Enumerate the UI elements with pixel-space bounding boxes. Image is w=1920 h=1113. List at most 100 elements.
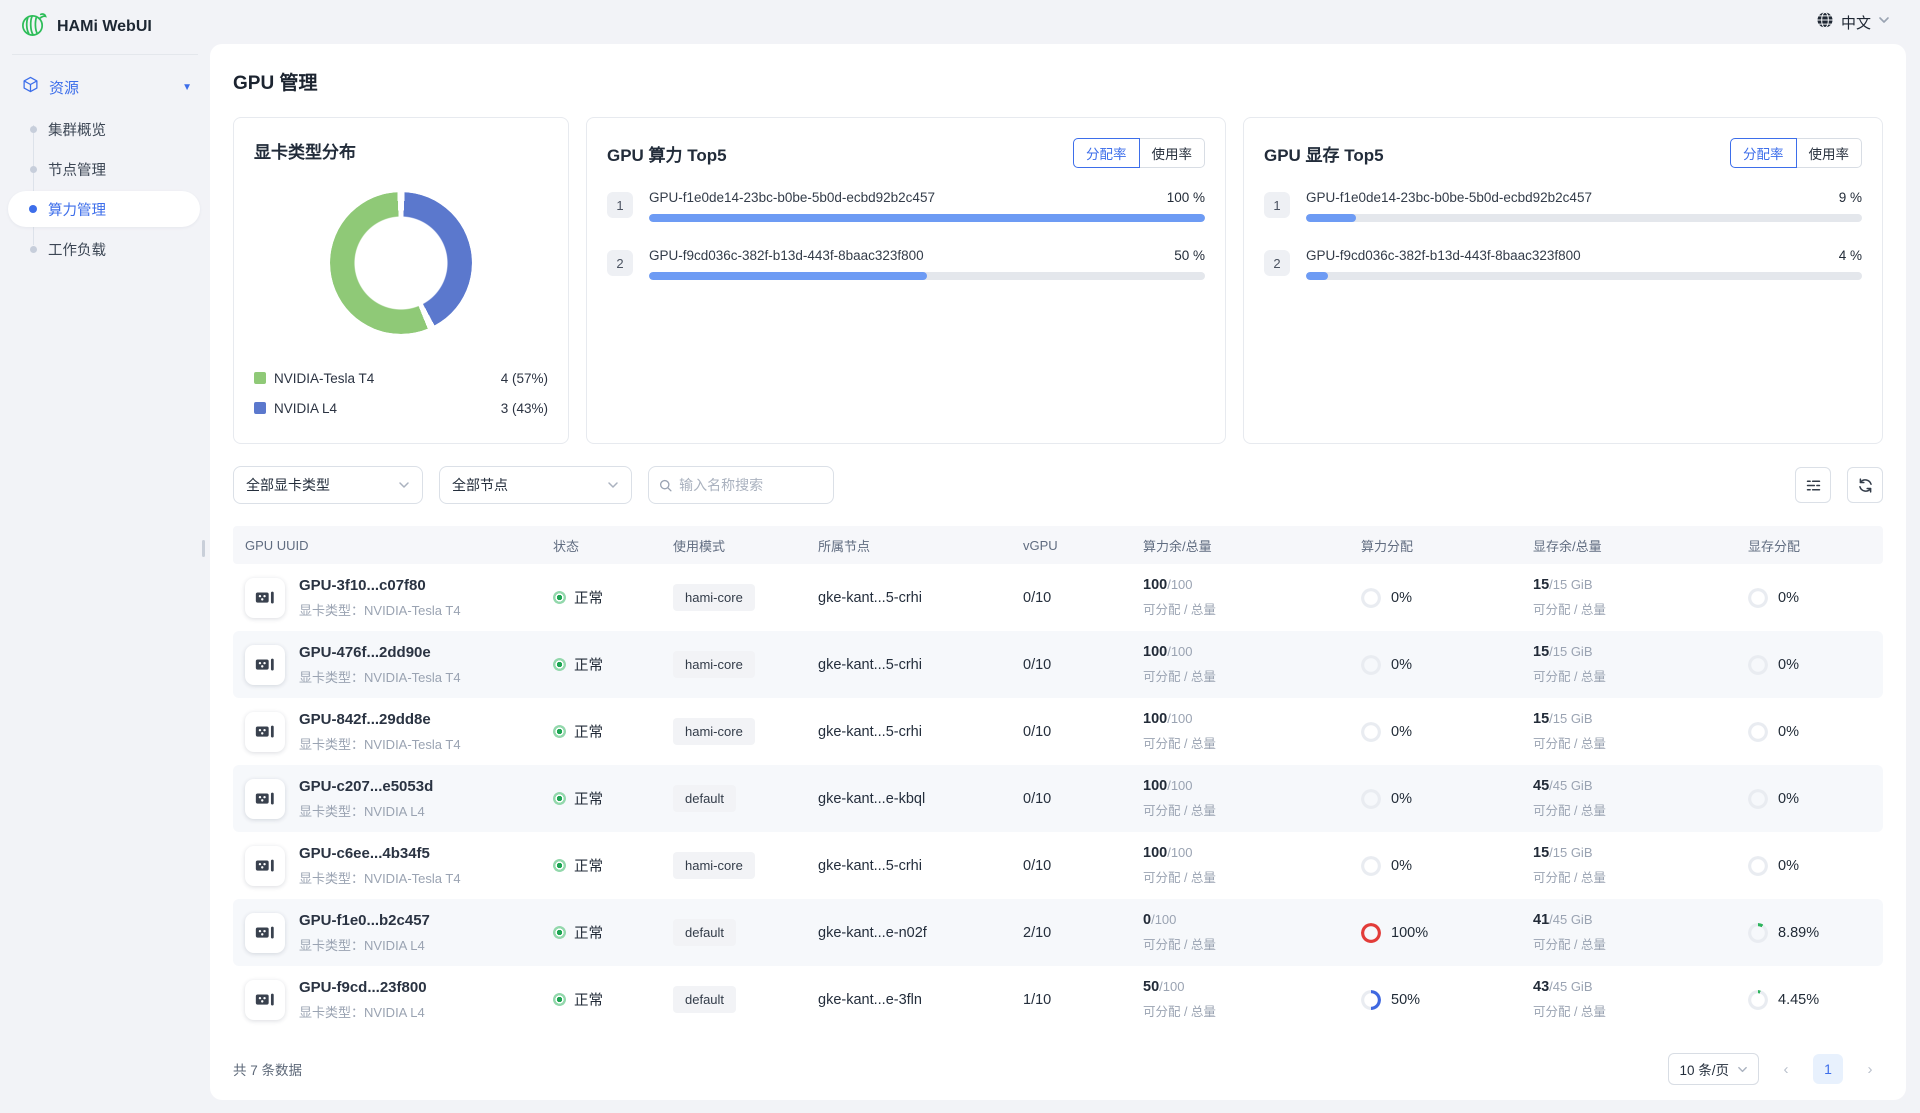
mode-chip: default — [673, 986, 736, 1013]
sidebar-section-label: 资源 — [49, 77, 182, 98]
table-row[interactable]: GPU-c6ee...4b34f5 显卡类型：NVIDIA-Tesla T4 正… — [233, 832, 1883, 899]
mode-chip: hami-core — [673, 718, 755, 745]
core-alloc-percent: 0% — [1391, 724, 1412, 740]
language-selector[interactable]: 中文 — [1816, 11, 1890, 34]
core-cell: 0/100 可分配 / 总量 — [1143, 912, 1361, 953]
ring-gauge-icon — [1361, 990, 1381, 1010]
col-status: 状态 — [553, 536, 673, 555]
gpu-uuid[interactable]: GPU-f1e0...b2c457 — [299, 912, 430, 929]
gpu-uuid[interactable]: GPU-476f...2dd90e — [299, 644, 461, 661]
gpu-uuid-label: GPU-f9cd036c-382f-b13d-443f-8baac323f800 — [649, 248, 924, 263]
current-page-button[interactable]: 1 — [1813, 1054, 1843, 1084]
gpu-uuid-label: GPU-f1e0de14-23bc-b0be-5b0d-ecbd92b2c457 — [649, 190, 935, 205]
mem-alloc-cell: 0% — [1748, 588, 1883, 608]
gpu-memory-top5-card: GPU 显存 Top5 分配率 使用率 1 GPU-f1e0de14-23bc-… — [1243, 117, 1883, 444]
percent-label: 50 % — [1174, 248, 1205, 263]
alloc-rate-tab[interactable]: 分配率 — [1730, 138, 1797, 168]
bullet-dot-icon — [29, 205, 37, 213]
language-label: 中文 — [1841, 12, 1871, 33]
core-alloc-cell: 0% — [1361, 856, 1533, 876]
mem-alloc-percent: 0% — [1778, 791, 1799, 807]
core-alloc-percent: 50% — [1391, 992, 1420, 1008]
usage-rate-tab[interactable]: 使用率 — [1797, 138, 1863, 168]
gpu-type-label: 显卡类型：NVIDIA L4 — [299, 1002, 427, 1021]
col-core: 算力余/总量 — [1143, 536, 1361, 555]
gpu-card-icon — [245, 913, 285, 953]
mem-alloc-percent: 0% — [1778, 590, 1799, 606]
legend-item[interactable]: NVIDIA-Tesla T4 4 (57%) — [254, 363, 548, 393]
gpu-uuid[interactable]: GPU-c207...e5053d — [299, 778, 433, 795]
page-size-value: 10 条/页 — [1679, 1059, 1729, 1079]
gpu-card-icon — [245, 578, 285, 618]
gpu-type-label: 显卡类型：NVIDIA-Tesla T4 — [299, 667, 461, 686]
sidebar-item[interactable]: 集群概览 — [8, 111, 200, 147]
usage-rate-tab[interactable]: 使用率 — [1140, 138, 1206, 168]
page-size-select[interactable]: 10 条/页 — [1668, 1053, 1759, 1085]
progress-track — [649, 272, 1205, 280]
ring-gauge-icon — [1748, 856, 1768, 876]
gpu-uuid[interactable]: GPU-3f10...c07f80 — [299, 577, 461, 594]
vgpu-cell: 2/10 — [1023, 925, 1143, 941]
sidebar-resize-handle[interactable] — [202, 540, 205, 557]
mode-chip: hami-core — [673, 852, 755, 879]
table-row[interactable]: GPU-3f10...c07f80 显卡类型：NVIDIA-Tesla T4 正… — [233, 564, 1883, 631]
table-row[interactable]: GPU-842f...29dd8e 显卡类型：NVIDIA-Tesla T4 正… — [233, 698, 1883, 765]
sidebar-items: 集群概览 节点管理 算力管理 工作负载 — [0, 111, 210, 267]
node-select[interactable]: 全部节点 — [439, 466, 632, 504]
alloc-rate-tab[interactable]: 分配率 — [1073, 138, 1140, 168]
core-alloc-percent: 0% — [1391, 590, 1412, 606]
next-page-button[interactable]: › — [1857, 1061, 1883, 1078]
table-row[interactable]: GPU-f1e0...b2c457 显卡类型：NVIDIA L4 正常 defa… — [233, 899, 1883, 966]
gpu-uuid[interactable]: GPU-c6ee...4b34f5 — [299, 845, 461, 862]
refresh-button[interactable] — [1847, 467, 1883, 503]
rank-badge: 1 — [1264, 192, 1290, 218]
search-box — [648, 466, 834, 504]
status-ok-icon — [553, 993, 566, 1006]
search-input[interactable] — [679, 477, 823, 493]
main-panel: GPU 管理 显卡类型分布 NVIDIA-Tesla T4 4 (57%) — [210, 44, 1906, 1100]
chevron-down-icon — [607, 479, 619, 491]
gpu-card-icon — [245, 980, 285, 1020]
table-row[interactable]: GPU-c207...e5053d 显卡类型：NVIDIA L4 正常 defa… — [233, 765, 1883, 832]
rank-badge: 2 — [607, 250, 633, 276]
legend-label: NVIDIA L4 — [274, 401, 501, 416]
status-cell: 正常 — [553, 587, 673, 608]
status-label: 正常 — [574, 788, 603, 809]
status-ok-icon — [553, 792, 566, 805]
search-icon — [659, 478, 672, 493]
mem-alloc-cell: 0% — [1748, 789, 1883, 809]
sidebar-item[interactable]: 算力管理 — [8, 191, 200, 227]
ring-gauge-icon — [1748, 722, 1768, 742]
node-select-value: 全部节点 — [452, 475, 607, 495]
progress-fill — [649, 214, 1205, 222]
gpu-type-label: 显卡类型：NVIDIA L4 — [299, 801, 433, 820]
donut-legend: NVIDIA-Tesla T4 4 (57%) NVIDIA L4 3 (43%… — [254, 363, 548, 423]
sidebar-item-label: 工作负载 — [48, 239, 106, 260]
compute-top5-title: GPU 算力 Top5 — [607, 141, 727, 166]
gpu-uuid[interactable]: GPU-f9cd...23f800 — [299, 979, 427, 996]
legend-swatch-icon — [254, 372, 266, 384]
status-label: 正常 — [574, 587, 603, 608]
rank-badge: 1 — [607, 192, 633, 218]
top5-item: 2 GPU-f9cd036c-382f-b13d-443f-8baac323f8… — [607, 248, 1205, 280]
donut-chart — [330, 192, 472, 334]
gpu-type-select[interactable]: 全部显卡类型 — [233, 466, 423, 504]
table-row[interactable]: GPU-f9cd...23f800 显卡类型：NVIDIA L4 正常 defa… — [233, 966, 1883, 1033]
vgpu-cell: 0/10 — [1023, 791, 1143, 807]
prev-page-button[interactable]: ‹ — [1773, 1061, 1799, 1078]
app-title: HAMi WebUI — [57, 18, 152, 36]
status-cell: 正常 — [553, 922, 673, 943]
progress-fill — [1306, 272, 1328, 280]
sidebar-section-resources[interactable]: 资源 ▼ — [0, 69, 210, 105]
sidebar-item[interactable]: 节点管理 — [8, 151, 200, 187]
table-row[interactable]: GPU-476f...2dd90e 显卡类型：NVIDIA-Tesla T4 正… — [233, 631, 1883, 698]
gpu-uuid[interactable]: GPU-842f...29dd8e — [299, 711, 461, 728]
core-cell: 100/100 可分配 / 总量 — [1143, 711, 1361, 752]
legend-item[interactable]: NVIDIA L4 3 (43%) — [254, 393, 548, 423]
chevron-down-icon — [398, 479, 410, 491]
column-settings-button[interactable] — [1795, 467, 1831, 503]
sidebar-item[interactable]: 工作负载 — [8, 231, 200, 267]
column-settings-icon — [1805, 477, 1822, 494]
mem-alloc-percent: 0% — [1778, 724, 1799, 740]
percent-label: 9 % — [1839, 190, 1862, 205]
